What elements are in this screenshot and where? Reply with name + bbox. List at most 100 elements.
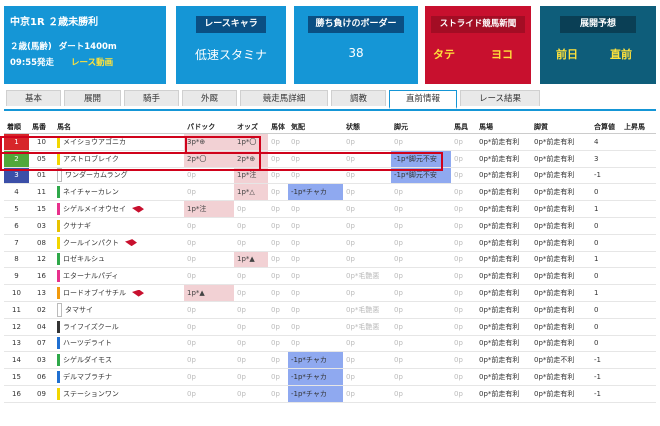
tab-latest-info[interactable]: 直前情報 — [389, 90, 457, 109]
horse-name-cell[interactable]: エターナルパディ — [54, 267, 184, 286]
rising-cell — [621, 167, 656, 185]
rank-cell: 8 — [4, 251, 29, 269]
stride-vertical-link[interactable]: タテ — [433, 46, 455, 62]
table-row[interactable]: 2 05 アストロブレイク 2p*〇 2p*⊕ 0p 0p 0p -1p*脚元不安 0p 0p*前走… — [4, 150, 656, 168]
condition-cell: 0p — [343, 183, 391, 202]
tab-training-center[interactable]: 外厩 — [182, 90, 237, 106]
col-total[interactable]: 合算値 — [591, 121, 621, 134]
col-running-style[interactable]: 脚質 — [531, 121, 591, 134]
horse-name[interactable]: ネイチャーカレン — [63, 188, 119, 196]
table-row[interactable]: 15 06 デルマブラチナ 0p 0p 0p -1p*チャカ 0p 0p 0p 0p*前走有利 0p*… — [4, 368, 656, 386]
rising-cell — [621, 133, 656, 151]
horse-name[interactable]: ロゼキルシュ — [63, 255, 105, 263]
total-cell: 0 — [591, 318, 621, 336]
frame-color-swatch — [57, 320, 60, 333]
col-rank[interactable]: 着順 — [4, 121, 29, 134]
tab-horse-detail[interactable]: 競走馬詳細 — [240, 90, 328, 106]
stride-horizontal-link[interactable]: ヨコ — [491, 46, 513, 62]
horse-name[interactable]: タマサイ — [65, 306, 93, 314]
horse-name-cell[interactable]: ロゼキルシュ — [54, 251, 184, 269]
total-cell: -1 — [591, 368, 621, 386]
horse-name-cell[interactable]: クールインパクト — [54, 234, 184, 252]
table-row[interactable]: 5 15 シゲルメイオウセイ 1p*注 0p 0p 0p 0p 0p 0p 0p*前走有利 0p*前走… — [4, 200, 656, 218]
running-style-cell: 0p*前走有利 — [531, 251, 591, 269]
col-paddock[interactable]: パドック — [184, 121, 234, 134]
horse-name-cell[interactable]: クサナギ — [54, 217, 184, 235]
horse-name-cell[interactable]: ネイチャーカレン — [54, 183, 184, 202]
table-row[interactable]: 16 09 ステーションワン 0p 0p 0p -1p*チャカ 0p 0p 0p 0p*前走有利 0p… — [4, 385, 656, 403]
running-style-cell: 0p*前走不利 — [531, 351, 591, 370]
horse-name[interactable]: デルマブラチナ — [63, 373, 112, 381]
horse-name[interactable]: シゲルダイモス — [63, 356, 112, 364]
horse-number-cell: 05 — [29, 150, 54, 168]
track-cell: 0p*前走有利 — [476, 150, 531, 168]
col-horse-number[interactable]: 馬番 — [29, 121, 54, 134]
horse-name[interactable]: クサナギ — [63, 222, 91, 230]
horse-name-cell[interactable]: ライフイズクール — [54, 318, 184, 336]
horse-name[interactable]: クールインパクト — [63, 239, 119, 247]
horse-name[interactable]: アストロブレイク — [63, 155, 119, 163]
horse-name-cell[interactable]: デルマブラチナ — [54, 368, 184, 386]
tab-bar: 基本 展開 騎手 外厩 競走馬詳細 調教 直前情報 レース結果 — [4, 90, 656, 111]
horse-name[interactable]: ロードオブイサチル — [63, 289, 126, 297]
table-row[interactable]: 7 08 クールインパクト 0p 0p 0p 0p 0p 0p 0p 0p*前走有利 0p*前走有利 0 — [4, 234, 656, 252]
table-row[interactable]: 11 02 タマサイ 0p 0p 0p 0p 0p*毛艶悪 0p 0p 0p*前走有利 0p*前走有利… — [4, 301, 656, 319]
paddock-cell: 0p — [184, 351, 234, 370]
race-video-link[interactable]: レース動画 — [71, 58, 113, 68]
body-cell: 0p — [268, 251, 288, 269]
temperament-cell: 0p — [288, 284, 343, 302]
col-horse-name[interactable]: 馬名 — [54, 121, 184, 134]
col-rising[interactable]: 上昇馬 — [621, 121, 656, 134]
body-cell: 0p — [268, 351, 288, 370]
horse-name-cell[interactable]: シゲルダイモス — [54, 351, 184, 370]
tab-jockey[interactable]: 騎手 — [124, 90, 179, 106]
tab-workout[interactable]: 調教 — [331, 90, 386, 106]
frame-color-swatch — [57, 302, 62, 317]
horse-name-cell[interactable]: アストロブレイク — [54, 150, 184, 168]
horse-name-cell[interactable]: ロードオブイサチル — [54, 284, 184, 302]
col-condition[interactable]: 状態 — [343, 121, 391, 134]
horse-number-cell: 16 — [29, 267, 54, 286]
table-row[interactable]: 3 01 ワンダーカムラング 0p 1p*注 0p 0p 0p -1p*脚元不安 0p 0p*前走有… — [4, 167, 656, 185]
horse-name[interactable]: メイショウアゴニカ — [63, 138, 126, 146]
table-row[interactable]: 9 16 エターナルパディ 0p 0p 0p 0p 0p*毛艶悪 0p 0p 0p*前走有利 0p*前… — [4, 267, 656, 286]
rising-cell — [621, 217, 656, 235]
tab-pace[interactable]: 展開 — [64, 90, 121, 106]
horse-name-cell[interactable]: ハーツデライト — [54, 335, 184, 353]
horse-name[interactable]: ステーションワン — [63, 390, 119, 398]
table-row[interactable]: 12 04 ライフイズクール 0p 0p 0p 0p 0p*毛艶悪 0p 0p 0p*前走有利 0p*… — [4, 318, 656, 336]
col-temperament[interactable]: 気配 — [288, 121, 343, 134]
horse-name[interactable]: ワンダーカムラング — [65, 171, 128, 179]
track-cell: 0p*前走有利 — [476, 133, 531, 151]
table-row[interactable]: 4 11 ネイチャーカレン 0p 1p*△ 0p -1p*チャカ 0p 0p 0p 0p*前走有利 0… — [4, 183, 656, 202]
body-cell: 0p — [268, 368, 288, 386]
pace-latest-link[interactable]: 直前 — [610, 46, 632, 62]
tab-race-result[interactable]: レース結果 — [460, 90, 540, 106]
col-odds[interactable]: オッズ — [234, 121, 268, 134]
rising-cell — [621, 301, 656, 319]
horse-name-cell[interactable]: シゲルメイオウセイ — [54, 200, 184, 218]
table-row[interactable]: 13 07 ハーツデライト 0p 0p 0p 0p 0p 0p 0p 0p*前走有利 0p*前走有利 0 — [4, 335, 656, 353]
col-body[interactable]: 馬体 — [268, 121, 288, 134]
col-gear[interactable]: 馬具 — [451, 121, 476, 134]
table-row[interactable]: 8 12 ロゼキルシュ 0p 1p*▲ 0p 0p 0p 0p 0p 0p*前走有利 0p*前走有利 1 — [4, 251, 656, 269]
running-style-cell: 0p*前走有利 — [531, 385, 591, 403]
tab-basic[interactable]: 基本 — [6, 90, 61, 106]
table-row[interactable]: 10 13 ロードオブイサチル 1p*▲ 0p 0p 0p 0p 0p 0p 0p*前走有利 0p*前… — [4, 284, 656, 302]
horse-name[interactable]: ハーツデライト — [63, 339, 112, 347]
table-row[interactable]: 6 03 クサナギ 0p 0p 0p 0p 0p 0p 0p 0p*前走有利 0p*前走有利 0 — [4, 217, 656, 235]
pace-prev-day-link[interactable]: 前日 — [556, 46, 578, 62]
table-row[interactable]: 1 10 メイショウアゴニカ 3p*⊕ 1p*〇 0p 0p 0p 0p 0p 0p*前走有利 0p*… — [4, 133, 656, 151]
body-cell: 0p — [268, 301, 288, 319]
horse-name[interactable]: エターナルパディ — [63, 272, 119, 280]
horse-name-cell[interactable]: ワンダーカムラング — [54, 167, 184, 185]
table-row[interactable]: 14 03 シゲルダイモス 0p 0p 0p -1p*チャカ 0p 0p 0p 0p*前走有利 0p*… — [4, 351, 656, 370]
col-track[interactable]: 馬場 — [476, 121, 531, 134]
total-cell: 4 — [591, 133, 621, 151]
col-legs[interactable]: 脚元 — [391, 121, 451, 134]
horse-name[interactable]: ライフイズクール — [63, 323, 119, 331]
horse-name-cell[interactable]: ステーションワン — [54, 385, 184, 403]
horse-name-cell[interactable]: メイショウアゴニカ — [54, 133, 184, 151]
horse-name[interactable]: シゲルメイオウセイ — [63, 205, 126, 213]
horse-name-cell[interactable]: タマサイ — [54, 301, 184, 319]
